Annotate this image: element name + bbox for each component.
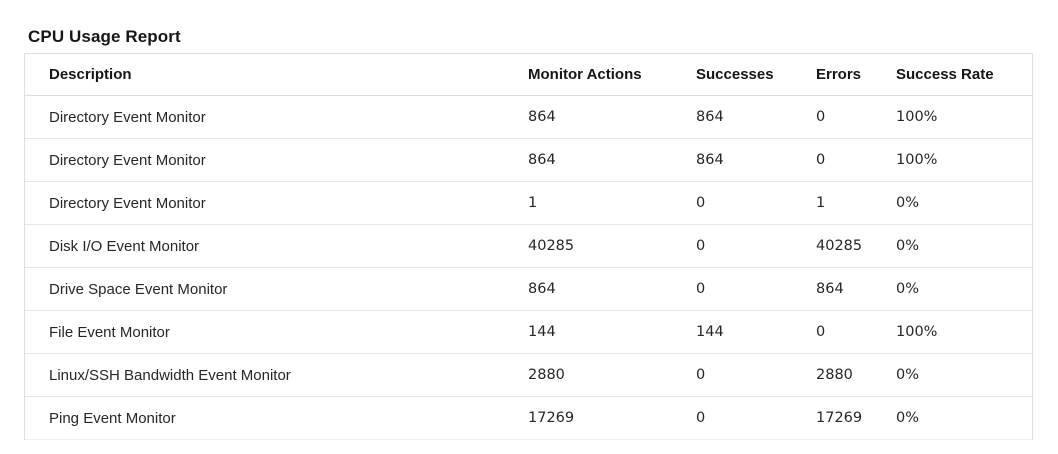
cell-successes: 0 [696,396,816,440]
table-row: Disk I/O Event Monitor 40285 0 40285 0% [25,224,1032,268]
cpu-usage-table: Description Monitor Actions Successes Er… [25,54,1032,440]
column-header-errors[interactable]: Errors [816,54,896,96]
cell-successes: 144 [696,310,816,354]
cell-errors: 864 [816,267,896,311]
cell-errors: 17269 [816,396,896,440]
cell-description: Directory Event Monitor [25,181,528,225]
cpu-usage-table-container: Description Monitor Actions Successes Er… [24,53,1033,440]
cell-success-rate: 0% [896,224,1032,268]
column-header-successes[interactable]: Successes [696,54,816,96]
cell-description: Linux/SSH Bandwidth Event Monitor [25,353,528,397]
cell-monitor-actions: 864 [528,138,696,182]
cell-successes: 0 [696,224,816,268]
cell-description: Ping Event Monitor [25,396,528,440]
table-row: Ping Event Monitor 17269 0 17269 0% [25,396,1032,440]
table-row: Linux/SSH Bandwidth Event Monitor 2880 0… [25,353,1032,397]
table-row: Directory Event Monitor 1 0 1 0% [25,181,1032,225]
report-title: CPU Usage Report [28,27,181,46]
cell-monitor-actions: 144 [528,310,696,354]
cell-successes: 0 [696,181,816,225]
cell-success-rate: 100% [896,138,1032,182]
table-row: Directory Event Monitor 864 864 0 100% [25,95,1032,139]
cell-successes: 0 [696,267,816,311]
cell-monitor-actions: 1 [528,181,696,225]
cell-success-rate: 0% [896,181,1032,225]
cell-success-rate: 0% [896,396,1032,440]
cell-errors: 2880 [816,353,896,397]
cell-success-rate: 0% [896,267,1032,311]
table-row: File Event Monitor 144 144 0 100% [25,310,1032,354]
cell-description: File Event Monitor [25,310,528,354]
cell-success-rate: 0% [896,353,1032,397]
cell-description: Directory Event Monitor [25,138,528,182]
cell-errors: 0 [816,95,896,139]
column-header-success-rate[interactable]: Success Rate [896,54,1032,96]
table-body: Directory Event Monitor 864 864 0 100% D… [25,95,1032,440]
report-page: CPU Usage Report Description Monitor Act… [0,0,1058,454]
cell-errors: 1 [816,181,896,225]
cell-monitor-actions: 864 [528,95,696,139]
cell-errors: 40285 [816,224,896,268]
cell-successes: 0 [696,353,816,397]
cell-description: Disk I/O Event Monitor [25,224,528,268]
cell-monitor-actions: 2880 [528,353,696,397]
cell-successes: 864 [696,138,816,182]
cell-monitor-actions: 864 [528,267,696,311]
table-row: Directory Event Monitor 864 864 0 100% [25,138,1032,182]
header-row: Description Monitor Actions Successes Er… [25,54,1032,96]
cell-description: Directory Event Monitor [25,95,528,139]
column-header-monitor-actions[interactable]: Monitor Actions [528,54,696,96]
cell-errors: 0 [816,138,896,182]
cell-success-rate: 100% [896,310,1032,354]
table-row: Drive Space Event Monitor 864 0 864 0% [25,267,1032,311]
table-header: Description Monitor Actions Successes Er… [25,54,1032,96]
cell-errors: 0 [816,310,896,354]
column-header-description[interactable]: Description [25,54,528,96]
cell-success-rate: 100% [896,95,1032,139]
cell-monitor-actions: 40285 [528,224,696,268]
cell-monitor-actions: 17269 [528,396,696,440]
cell-description: Drive Space Event Monitor [25,267,528,311]
cell-successes: 864 [696,95,816,139]
